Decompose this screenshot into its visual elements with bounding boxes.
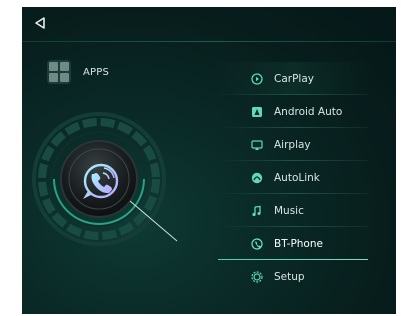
menu-item-label: Airplay bbox=[274, 138, 311, 151]
airplay-icon bbox=[251, 139, 263, 151]
menu-item-label: Music bbox=[274, 204, 304, 217]
menu-item-label: BT-Phone bbox=[274, 237, 323, 250]
menu-item-label: Android Auto bbox=[274, 105, 343, 118]
carplay-icon bbox=[251, 72, 263, 85]
menu-item-airplay[interactable]: Airplay bbox=[218, 128, 368, 161]
menu-item-carplay[interactable]: CarPlay bbox=[218, 62, 368, 95]
menu-item-music[interactable]: Music bbox=[218, 194, 368, 227]
android-auto-icon bbox=[251, 106, 263, 118]
apps-button[interactable]: APPS bbox=[47, 60, 109, 84]
menu-item-label: Setup bbox=[274, 270, 305, 283]
top-bar bbox=[22, 7, 396, 40]
back-triangle-icon[interactable] bbox=[31, 14, 49, 32]
apps-label: APPS bbox=[83, 66, 110, 78]
app-menu: CarPlay Android Auto Airplay AutoLink Mu… bbox=[218, 62, 368, 293]
top-divider bbox=[22, 41, 396, 42]
menu-item-autolink[interactable]: AutoLink bbox=[218, 161, 368, 194]
music-icon bbox=[251, 205, 263, 217]
bt-phone-icon bbox=[251, 237, 263, 250]
setup-gear-icon bbox=[251, 270, 263, 283]
apps-grid-icon bbox=[47, 60, 71, 84]
menu-item-android-auto[interactable]: Android Auto bbox=[218, 95, 368, 128]
autolink-icon bbox=[251, 172, 263, 184]
menu-item-label: CarPlay bbox=[274, 72, 314, 85]
menu-item-label: AutoLink bbox=[274, 171, 320, 184]
app-dial bbox=[22, 107, 192, 247]
head-unit-screen: APPS CarPlay Android Auto Airplay AutoLi… bbox=[22, 7, 396, 314]
menu-item-setup[interactable]: Setup bbox=[218, 260, 368, 293]
menu-item-bt-phone[interactable]: BT-Phone bbox=[218, 227, 368, 260]
